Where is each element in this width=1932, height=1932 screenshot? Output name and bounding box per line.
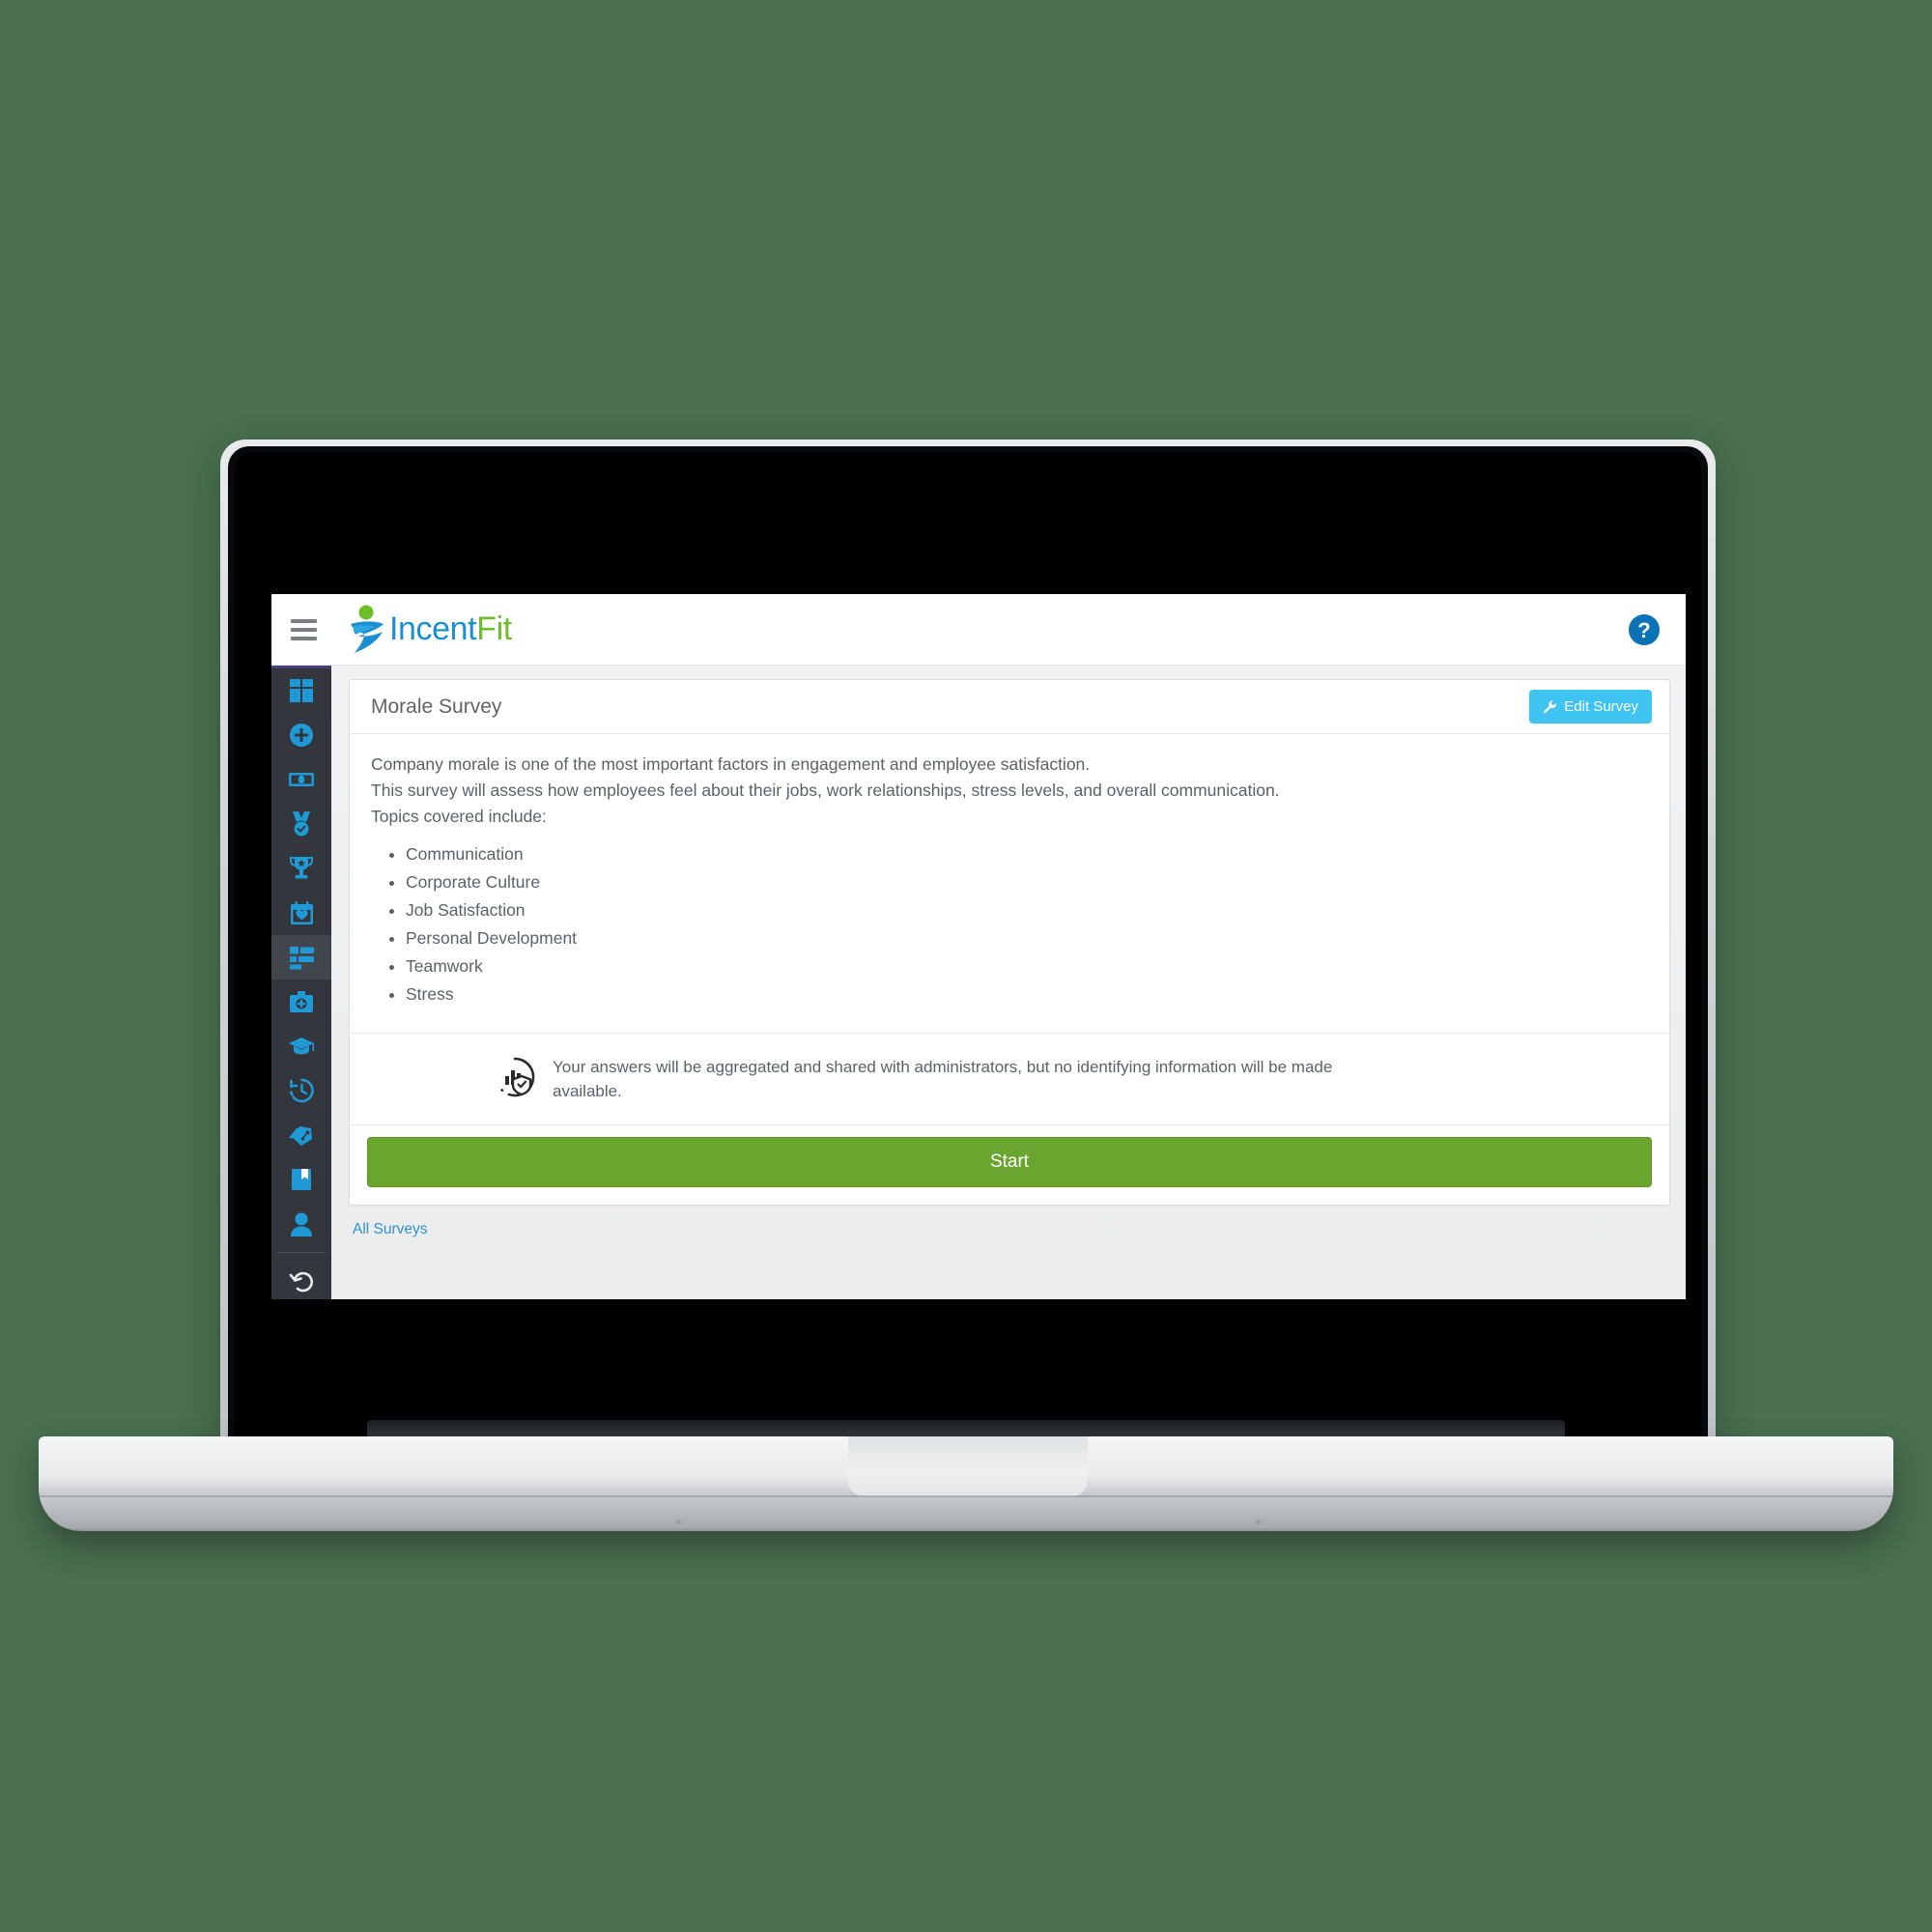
- survey-topics-list: Communication Corporate Culture Job Sati…: [371, 841, 1648, 1008]
- list-item: Job Satisfaction: [406, 897, 1648, 923]
- logo-mark-icon: [345, 605, 387, 655]
- survey-description-line-2: This survey will assess how employees fe…: [371, 781, 1280, 800]
- app-header: IncentFit ?: [271, 594, 1686, 666]
- logo-text-fit: Fit: [476, 611, 512, 647]
- list-item: Stress: [406, 981, 1648, 1008]
- cash-money-icon: [289, 773, 314, 786]
- sidebar-item-profile[interactable]: [271, 1202, 331, 1246]
- sidebar-item-trophy[interactable]: [271, 846, 331, 891]
- sidebar-item-surveys[interactable]: [271, 935, 331, 980]
- laptop-base-foot-left: [676, 1520, 681, 1524]
- survey-card-header: Morale Survey Edit Survey: [350, 680, 1669, 734]
- sidebar-nav: [271, 666, 331, 1299]
- medal-icon: [293, 811, 310, 837]
- all-surveys-link[interactable]: All Surveys: [353, 1221, 428, 1238]
- sidebar-item-learning[interactable]: [271, 1024, 331, 1068]
- privacy-chart-shield-icon: [495, 1057, 535, 1102]
- sidebar-divider: [277, 1252, 326, 1253]
- graduation-cap-icon: [289, 1037, 315, 1055]
- history-clock-icon: [289, 1078, 314, 1103]
- logo-text: IncentFit: [389, 611, 512, 648]
- list-item: Personal Development: [406, 925, 1648, 952]
- sidebar-item-challenges-calendar[interactable]: [271, 891, 331, 935]
- undo-arrow-icon: [289, 1271, 314, 1293]
- sidebar-item-dashboard[interactable]: [271, 668, 331, 713]
- list-item: Communication: [406, 841, 1648, 867]
- discount-tags-icon: [289, 1126, 312, 1146]
- list-item: Teamwork: [406, 953, 1648, 980]
- survey-card-body: Company morale is one of the most import…: [350, 734, 1669, 1033]
- start-button-container: Start: [350, 1124, 1669, 1205]
- sidebar-item-discounts[interactable]: [271, 1113, 331, 1157]
- sidebar-item-resources[interactable]: [271, 1157, 331, 1202]
- logo-text-incent: Incent: [389, 611, 477, 647]
- calendar-heart-icon: [290, 900, 313, 924]
- trophy-icon: [290, 857, 313, 879]
- bookmark-book-icon: [292, 1169, 311, 1190]
- incentfit-logo[interactable]: IncentFit: [345, 605, 512, 655]
- sidebar-item-rewards-cash[interactable]: [271, 757, 331, 802]
- privacy-notice: Your answers will be aggregated and shar…: [350, 1033, 1669, 1124]
- plus-circle-icon: [290, 724, 313, 747]
- start-button[interactable]: Start: [367, 1137, 1652, 1187]
- browser-viewport: IncentFit ? Morale Survey Edit Survey Co…: [271, 594, 1686, 1299]
- wrench-icon: [1544, 700, 1557, 714]
- sidebar-item-medal[interactable]: [271, 802, 331, 846]
- list-item: Corporate Culture: [406, 869, 1648, 895]
- sidebar-item-health-medkit[interactable]: [271, 980, 331, 1024]
- sidebar-item-history[interactable]: [271, 1068, 331, 1113]
- help-circle-icon[interactable]: ?: [1628, 613, 1661, 646]
- sidebar-item-add[interactable]: [271, 713, 331, 757]
- dashboard-grid-icon: [290, 679, 313, 702]
- page-background: IncentFit ? Morale Survey Edit Survey Co…: [0, 0, 1932, 1932]
- main-content: Morale Survey Edit Survey Company morale…: [331, 666, 1686, 1299]
- laptop-base-foot-right: [1256, 1520, 1261, 1524]
- privacy-notice-text: Your answers will be aggregated and shar…: [553, 1058, 1333, 1100]
- survey-list-icon: [289, 946, 314, 969]
- medkit-icon: [290, 990, 313, 1012]
- edit-survey-button[interactable]: Edit Survey: [1529, 690, 1652, 724]
- laptop-mockup: IncentFit ? Morale Survey Edit Survey Co…: [0, 0, 1932, 1932]
- edit-survey-label: Edit Survey: [1564, 698, 1638, 715]
- page-title: Morale Survey: [371, 695, 502, 718]
- laptop-base-notch: [848, 1436, 1088, 1496]
- survey-description-line-1: Company morale is one of the most import…: [371, 754, 1091, 774]
- survey-topics-intro: Topics covered include:: [371, 807, 547, 826]
- user-person-icon: [291, 1212, 312, 1236]
- hamburger-icon[interactable]: [287, 615, 324, 644]
- sidebar-item-back[interactable]: [271, 1259, 331, 1299]
- survey-card: Morale Survey Edit Survey Company morale…: [349, 679, 1670, 1206]
- svg-text:?: ?: [1637, 618, 1650, 642]
- laptop-base-seam: [39, 1495, 1893, 1497]
